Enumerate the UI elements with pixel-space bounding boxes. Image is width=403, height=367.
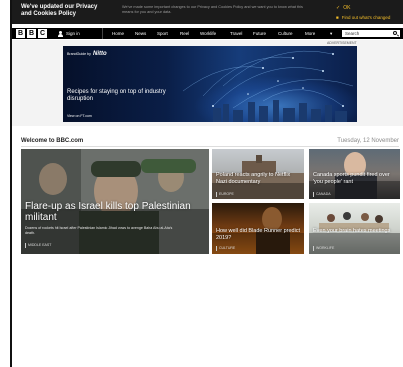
story-tag[interactable]: WORKLIFE [313, 246, 334, 251]
page-title: Welcome to BBC.com [21, 138, 84, 144]
story-tile[interactable]: Poland reacts angrily to Netflix Nazi do… [212, 149, 304, 199]
ad-brand: BrandGuide by Nitto [67, 51, 107, 57]
story-title[interactable]: Even your brain hates meetings [313, 228, 399, 235]
check-icon: ✓ [336, 5, 341, 11]
ad-brand-logo: Nitto [92, 51, 107, 57]
story-tag[interactable]: EUROPE [216, 192, 234, 197]
cookie-find-out-label: Find out what's changed [341, 15, 391, 20]
main-story[interactable]: Flare-up as Israel kills top Palestinian… [21, 149, 209, 254]
ad-banner[interactable]: BrandGuide by Nitto Recipes for staying o… [63, 46, 357, 122]
nav-item-more[interactable]: More [305, 30, 315, 37]
arrow-right-icon: ■ [336, 15, 339, 20]
cookie-ok-button[interactable]: ✓ OK [336, 5, 353, 11]
chevron-down-icon[interactable]: ▾ [330, 30, 332, 37]
global-navigation: B B C Sign in Home News Sport Reel Workl… [12, 28, 403, 39]
main-story-title[interactable]: Flare-up as Israel kills top Palestinian… [25, 201, 203, 223]
story-tile[interactable]: Even your brain hates meetings WORKLIFE [309, 203, 400, 254]
logo-letter: C [38, 29, 47, 38]
ad-source-link[interactable]: View on FT.com [67, 114, 92, 119]
story-title[interactable]: Poland reacts angrily to Netflix Nazi do… [216, 172, 302, 185]
story-tile[interactable]: How well did Blade Runner predict 2019? … [212, 203, 304, 254]
nav-item-travel[interactable]: Travel [230, 30, 242, 37]
main-story-tag[interactable]: MIDDLE EAST [25, 243, 51, 248]
nav-item-worklife[interactable]: Worklife [200, 30, 216, 37]
search-box[interactable]: Search [342, 30, 400, 37]
nav-item-reel[interactable]: Reel [180, 30, 189, 37]
sign-in-link[interactable]: Sign in [58, 30, 80, 37]
nav-item-future[interactable]: Future [253, 30, 266, 37]
search-input[interactable]: Search [345, 30, 359, 37]
bbc-logo[interactable]: B B C [16, 29, 47, 38]
cookie-ok-label: OK [343, 5, 351, 11]
story-title[interactable]: Canada sports pundit fired over 'you peo… [313, 172, 399, 185]
nav-item-sport[interactable]: Sport [157, 30, 168, 37]
search-icon[interactable] [393, 31, 397, 35]
logo-letter: B [27, 29, 36, 38]
story-tag[interactable]: CULTURE [216, 246, 235, 251]
page-date: Tuesday, 12 November [337, 138, 399, 144]
sign-in-label: Sign in [66, 31, 80, 36]
main-story-summary: Dozens of rockets hit Israel after Pales… [25, 226, 173, 235]
story-tag[interactable]: CANADA [313, 192, 331, 197]
ad-headline: Recipes for staying on top of industry d… [67, 89, 166, 102]
logo-letter: B [16, 29, 25, 38]
cookie-banner-text: We've made some important changes to our… [122, 5, 303, 14]
nav-divider [102, 28, 103, 39]
story-tile[interactable]: Canada sports pundit fired over 'you peo… [309, 149, 400, 199]
story-title[interactable]: How well did Blade Runner predict 2019? [216, 228, 302, 241]
nav-item-culture[interactable]: Culture [278, 30, 293, 37]
section-divider [21, 146, 399, 147]
cookie-banner: We've updated our Privacy and Cookies Po… [12, 0, 403, 24]
ad-brand-prefix: BrandGuide by [67, 52, 91, 56]
cookie-find-out-link[interactable]: ■ Find out what's changed [336, 15, 393, 21]
cookie-banner-title: We've updated our Privacy and Cookies Po… [21, 4, 98, 17]
ad-network-graphic [182, 50, 354, 122]
nav-item-news[interactable]: News [135, 30, 146, 37]
nav-item-home[interactable]: Home [112, 30, 124, 37]
user-icon [58, 30, 63, 37]
